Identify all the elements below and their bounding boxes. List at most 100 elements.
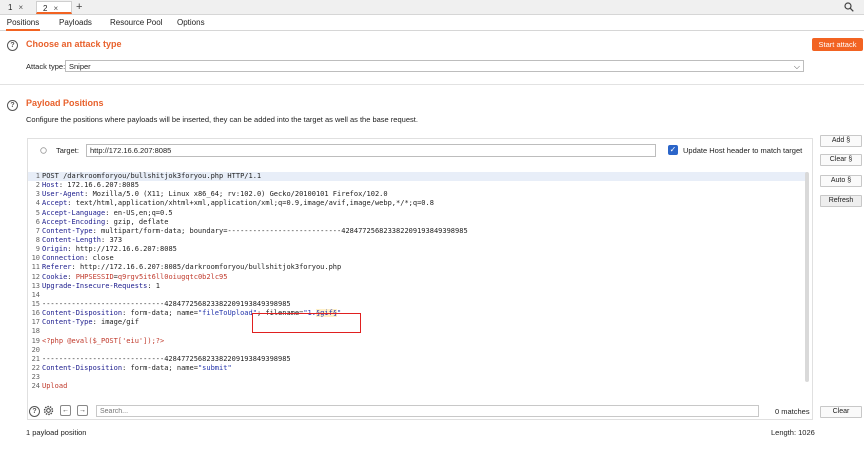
header-name: Host [42, 181, 59, 190]
add-payload-marker-button[interactable]: Add § [820, 135, 862, 147]
line-number: 19 [31, 336, 40, 345]
request-text: : [67, 272, 76, 281]
attack-type-label: Attack type: [26, 62, 66, 71]
help-icon[interactable]: ? [7, 100, 18, 111]
header-name: Cookie [42, 272, 68, 281]
request-text: Upload [42, 382, 68, 391]
match-count: 0 matches [775, 407, 810, 416]
request-text: : 373 [101, 235, 123, 244]
request-line: 23 [28, 373, 808, 382]
update-host-checkbox[interactable]: ✓ [668, 145, 678, 155]
request-line: 13 Upgrade-Insecure-Requests: 1 [28, 282, 808, 291]
line-number: 8 [35, 235, 40, 244]
header-name: Accept [42, 199, 68, 208]
help-icon[interactable]: ? [29, 406, 40, 417]
request-text: : text/html,application/xhtml+xml,applic… [67, 199, 434, 208]
close-icon[interactable]: × [18, 3, 23, 12]
request-line: 12 Cookie: PHPSESSID=q9rgv5it6ll0oiugqtc0… [28, 273, 808, 282]
request-length: Length: 1026 [771, 428, 815, 437]
header-name: User-Agent [42, 190, 85, 199]
previous-match-button[interactable]: ← [60, 405, 71, 416]
auto-payload-markers-button[interactable]: Auto § [820, 175, 862, 187]
start-attack-button[interactable]: Start attack [812, 38, 863, 51]
top-tab-2[interactable]: 2 × [36, 1, 72, 14]
request-line: 22 Content-Disposition: form-data; name="… [28, 364, 808, 373]
line-number: 20 [31, 345, 40, 354]
section-divider [0, 84, 864, 85]
request-text: : 172.16.6.207:8085 [58, 181, 139, 190]
request-line: 2 Host: 172.16.6.207:8085 [28, 181, 808, 190]
top-tab-1[interactable]: 1 × [2, 1, 32, 14]
request-text: : multipart/form-data; boundary=--------… [92, 226, 468, 235]
line-number: 7 [35, 226, 40, 235]
clear-search-button[interactable]: Clear [820, 406, 862, 418]
attack-type-title: Choose an attack type [26, 39, 122, 49]
tab-resource-pool[interactable]: Resource Pool [110, 15, 162, 31]
request-line: 20 [28, 346, 808, 355]
line-number: 6 [35, 217, 40, 226]
request-text: : en-US,en;q=0.5 [105, 208, 173, 217]
help-icon[interactable]: ? [7, 40, 18, 51]
next-match-button[interactable]: → [77, 405, 88, 416]
request-text: q9rgv5it6ll0oiugqtc0b2lc95 [117, 272, 228, 281]
request-line: 16 Content-Disposition: form-data; name="… [28, 309, 808, 318]
line-number: 10 [31, 254, 40, 263]
line-number: 2 [35, 181, 40, 190]
line-number: 3 [35, 190, 40, 199]
header-name: Content-Length [42, 235, 102, 244]
add-tab-icon[interactable]: + [76, 0, 82, 14]
request-text: : form-data; name= [122, 309, 198, 318]
header-name: Upgrade-Insecure-Requests [42, 281, 148, 290]
tab-options[interactable]: Options [177, 15, 205, 31]
header-name: Accept-Encoding [42, 217, 106, 226]
target-input[interactable]: http://172.16.6.207:8085 [86, 144, 656, 157]
close-icon[interactable]: × [53, 4, 58, 13]
editor-scrollbar[interactable] [805, 172, 809, 382]
request-text: "fileToUpload" [197, 309, 257, 318]
header-name: Content-Type [42, 318, 93, 327]
line-number: 12 [31, 272, 40, 281]
request-text: PHPSESSID [75, 272, 114, 281]
request-text: : 1 [147, 281, 161, 290]
arrow-right-icon: → [79, 407, 86, 414]
line-number: 14 [31, 290, 40, 299]
arrow-left-icon: ← [62, 407, 69, 414]
request-text: : close [84, 254, 114, 263]
line-number: 18 [31, 327, 40, 336]
request-text: : http://172.16.6.207:8085 [67, 245, 177, 254]
request-text: "submit" [197, 363, 232, 372]
request-line: 11 Referer: http://172.16.6.207:8085/dark… [28, 263, 808, 272]
line-number: 9 [35, 245, 40, 254]
request-line: 18 [28, 327, 808, 336]
search-input[interactable] [96, 405, 759, 417]
line-number: 4 [35, 199, 40, 208]
settings-gear-icon[interactable] [43, 405, 54, 416]
request-line: 8 Content-Length: 373 [28, 236, 808, 245]
refresh-button[interactable]: Refresh [820, 195, 862, 207]
attack-type-value: Sniper [69, 62, 91, 71]
request-text: : gzip, deflate [105, 217, 169, 226]
search-icon[interactable] [844, 2, 854, 12]
request-editor[interactable]: 1 POST /darkroomforyou/bullshitjok3foryou… [28, 172, 808, 404]
request-line: 1 POST /darkroomforyou/bullshitjok3foryou… [28, 172, 808, 182]
request-line: 4 Accept: text/html,application/xhtml+xml… [28, 199, 808, 208]
payload-position-count: 1 payload position [26, 428, 87, 437]
request-line: 17 Content-Type: image/gif [28, 318, 808, 327]
tab-payloads[interactable]: Payloads [59, 15, 92, 31]
top-tab-1-label: 1 [8, 3, 13, 12]
request-line: 10 Connection: close [28, 254, 808, 263]
target-value: http://172.16.6.207:8085 [90, 146, 172, 155]
target-radio-icon[interactable] [40, 147, 47, 154]
clear-payload-markers-button[interactable]: Clear § [820, 154, 862, 166]
attack-type-select[interactable]: Sniper ⌵ [65, 60, 804, 72]
top-tab-strip [0, 0, 864, 15]
header-name: Referer [42, 263, 72, 272]
request-text: : Mozilla/5.0 (X11; Linux x86_64; rv:102… [84, 190, 388, 199]
line-number: 11 [31, 263, 40, 272]
filename-highlight-box [252, 313, 361, 333]
request-text: -----------------------------42847725682… [42, 354, 291, 363]
tab-positions[interactable]: Positions [6, 15, 40, 31]
header-name: Connection [42, 254, 85, 263]
line-number: 1 [35, 172, 40, 180]
line-number: 5 [35, 208, 40, 217]
